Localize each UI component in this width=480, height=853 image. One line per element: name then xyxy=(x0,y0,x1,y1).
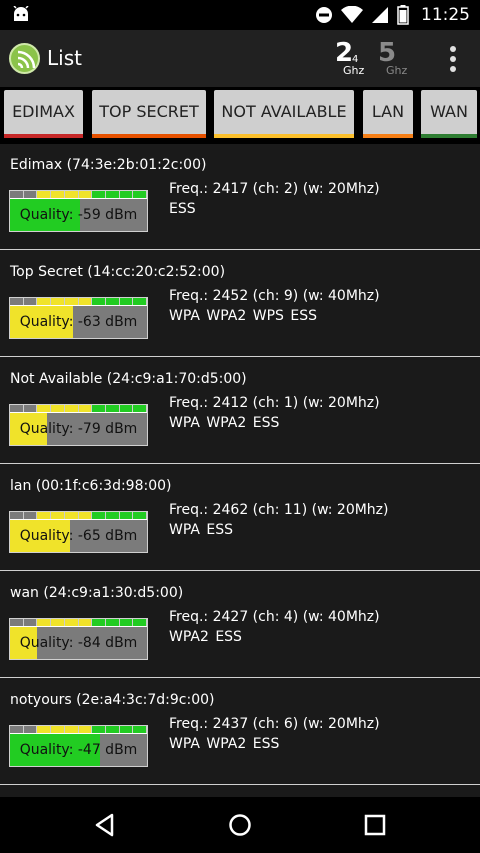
status-time: 11:25 xyxy=(421,5,470,25)
list-item[interactable]: Edimax (74:3e:2b:01:2c:00) Quality: -59 … xyxy=(0,144,480,250)
security-text: WPA WPA2 WPS ESS xyxy=(169,308,317,324)
quality-label: Quality: -84 dBm xyxy=(19,635,138,651)
frequency-text: Freq.: 2462 (ch: 11) (w: 20Mhz) xyxy=(169,502,389,518)
meter-scale xyxy=(10,405,148,412)
band-5-unit: Ghz xyxy=(386,64,408,77)
meter-scale xyxy=(10,298,148,305)
band-5ghz-toggle[interactable]: 5 Ghz xyxy=(378,39,407,77)
signal-meter: Quality: -59 dBm xyxy=(9,190,148,232)
chip-color-bar xyxy=(4,134,83,138)
chip-label: TOP SECRET xyxy=(99,102,199,121)
chip-color-bar xyxy=(214,134,354,138)
chip-label: EDIMAX xyxy=(12,102,75,121)
list-item[interactable]: notyours (2e:a4:3c:7d:9c:00) Quality: -4… xyxy=(0,679,480,785)
frequency-text: Freq.: 2452 (ch: 9) (w: 40Mhz) xyxy=(169,288,380,304)
signal-meter: Quality: -47 dBm xyxy=(9,725,148,767)
frequency-text: Freq.: 2437 (ch: 6) (w: 20Mhz) xyxy=(169,716,380,732)
chip-edimax[interactable]: EDIMAX xyxy=(4,90,83,138)
quality-label: Quality: -63 dBm xyxy=(19,314,138,330)
security-text: ESS xyxy=(169,201,196,217)
signal-meter: Quality: -79 dBm xyxy=(9,404,148,446)
signal-meter: Quality: -63 dBm xyxy=(9,297,148,339)
recents-icon[interactable] xyxy=(362,812,388,838)
chip-lan[interactable]: LAN xyxy=(363,90,413,138)
chip-color-bar xyxy=(421,134,477,138)
network-name: wan (24:c9:a1:30:d5:00) xyxy=(10,585,184,601)
dnd-icon xyxy=(316,7,332,23)
network-list: Edimax (74:3e:2b:01:2c:00) Quality: -59 … xyxy=(0,144,480,797)
meter-scale xyxy=(10,619,148,626)
signal-icon xyxy=(372,7,388,23)
quality-label: Quality: -65 dBm xyxy=(19,528,138,544)
list-item[interactable]: lan (00:1f:c6:3d:98:00) Quality: -65 dBm… xyxy=(0,465,480,571)
meter-scale xyxy=(10,726,148,733)
chip-color-bar xyxy=(363,134,413,138)
network-name: Not Available (24:c9:a1:70:d5:00) xyxy=(10,371,247,387)
band-24ghz-toggle[interactable]: 24 Ghz xyxy=(335,39,364,77)
chip-not-available[interactable]: NOT AVAILABLE xyxy=(214,90,354,138)
list-item[interactable]: wan (24:c9:a1:30:d5:00) Quality: -84 dBm… xyxy=(0,572,480,678)
security-text: WPA WPA2 ESS xyxy=(169,415,280,431)
chip-label: WAN xyxy=(430,102,468,121)
network-name: Edimax (74:3e:2b:01:2c:00) xyxy=(10,157,207,173)
meter-scale xyxy=(10,512,148,519)
band-24-unit: Ghz xyxy=(343,64,365,77)
android-icon xyxy=(13,6,29,21)
frequency-text: Freq.: 2417 (ch: 2) (w: 20Mhz) xyxy=(169,181,380,197)
list-item[interactable]: Not Available (24:c9:a1:70:d5:00) Qualit… xyxy=(0,358,480,464)
meter-scale xyxy=(10,191,148,198)
signal-meter: Quality: -84 dBm xyxy=(9,618,148,660)
home-icon[interactable] xyxy=(227,812,253,838)
network-filter-bar: EDIMAX TOP SECRET NOT AVAILABLE LAN WAN xyxy=(0,87,480,144)
navigation-bar xyxy=(0,797,480,853)
security-text: WPA ESS xyxy=(169,522,234,538)
battery-icon xyxy=(397,5,409,25)
page-title: List xyxy=(47,46,82,70)
chip-top-secret[interactable]: TOP SECRET xyxy=(92,90,206,138)
frequency-text: Freq.: 2427 (ch: 4) (w: 40Mhz) xyxy=(169,609,380,625)
chip-wan[interactable]: WAN xyxy=(421,90,477,138)
security-text: WPA WPA2 ESS xyxy=(169,736,280,752)
list-item[interactable]: Top Secret (14:cc:20:c2:52:00) Quality: … xyxy=(0,251,480,357)
frequency-text: Freq.: 2412 (ch: 1) (w: 20Mhz) xyxy=(169,395,380,411)
network-name: Top Secret (14:cc:20:c2:52:00) xyxy=(10,264,226,280)
network-name: notyours (2e:a4:3c:7d:9c:00) xyxy=(10,692,215,708)
chip-label: LAN xyxy=(371,102,405,121)
chip-label: NOT AVAILABLE xyxy=(221,102,347,121)
security-text: WPA2 ESS xyxy=(169,629,242,645)
overflow-menu-icon[interactable] xyxy=(450,46,456,72)
quality-label: Quality: -59 dBm xyxy=(19,207,138,223)
chip-color-bar xyxy=(92,134,206,138)
network-name: lan (00:1f:c6:3d:98:00) xyxy=(10,478,172,494)
quality-label: Quality: -79 dBm xyxy=(19,421,138,437)
app-logo-icon xyxy=(9,43,40,74)
wifi-icon xyxy=(341,6,363,23)
app-bar: List 24 Ghz 5 Ghz xyxy=(0,30,480,87)
status-bar: 11:25 xyxy=(0,0,480,30)
signal-meter: Quality: -65 dBm xyxy=(9,511,148,553)
back-icon[interactable] xyxy=(92,812,118,838)
quality-label: Quality: -47 dBm xyxy=(19,742,138,758)
